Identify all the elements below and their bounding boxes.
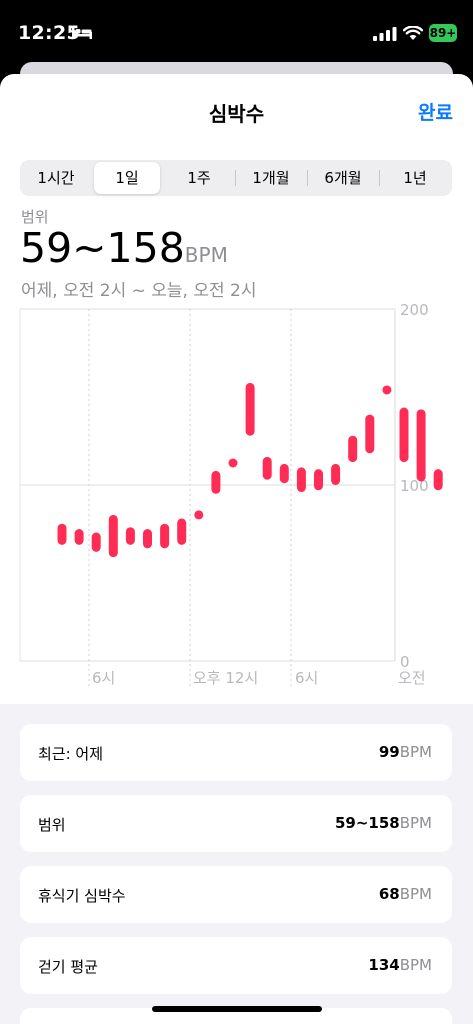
stat-value: 134BPM (368, 956, 432, 974)
status-bar: 12:25 89+ (0, 0, 473, 60)
stat-unit: BPM (399, 743, 432, 761)
range-bar (382, 385, 392, 395)
cellular-signal-icon (373, 27, 397, 41)
wifi-icon (403, 26, 423, 40)
segment-1-hour[interactable]: 1시간 (22, 162, 90, 194)
segment-divider (307, 170, 308, 186)
range-bar (296, 467, 306, 493)
segment-divider (235, 170, 236, 186)
time-range-segmented-control: 1시간 1일 1주 1개월 6개월 1년 (20, 160, 452, 196)
stat-value: 68BPM (379, 885, 432, 903)
range-number: 59~158 (20, 224, 185, 272)
stat-number: 134 (368, 956, 400, 974)
range-period: 어제, 오전 2시 ~ 오늘, 오전 2시 (21, 281, 257, 301)
stat-number: 59~158 (334, 814, 400, 832)
status-time: 12:25 (18, 22, 80, 44)
x-tick-label: 오후 12시 (193, 669, 258, 687)
stats-section: 최근: 어제 99BPM 범위 59~158BPM 휴식기 심박수 68BPM … (0, 704, 473, 1024)
range-unit: BPM (184, 243, 228, 267)
stat-value: 99BPM (379, 743, 432, 761)
stat-unit: BPM (399, 814, 432, 832)
stat-label: 걷기 평균 (38, 958, 98, 976)
range-bar (74, 529, 84, 545)
range-bar (177, 518, 187, 545)
range-bar (160, 523, 170, 549)
battery-indicator: 89+ (429, 24, 457, 42)
done-button[interactable]: 완료 (418, 98, 453, 125)
range-bar (331, 463, 341, 485)
range-bar (143, 529, 152, 549)
range-bar (433, 469, 443, 491)
range-bar (91, 532, 101, 552)
segment-1-day[interactable]: 1일 (94, 162, 160, 194)
segment-1-year[interactable]: 1년 (381, 162, 449, 194)
stat-card-latest[interactable]: 최근: 어제 99BPM (20, 724, 452, 781)
range-bar (211, 470, 221, 494)
range-bar (228, 458, 238, 468)
range-bar (399, 407, 409, 463)
range-bar (245, 382, 255, 436)
range-bar (125, 527, 135, 545)
stat-value: 59~158BPM (335, 814, 432, 832)
range-bar (57, 523, 67, 545)
range-bar (416, 409, 426, 482)
sleep-focus-icon (72, 27, 92, 39)
stat-card-range[interactable]: 범위 59~158BPM (20, 795, 452, 852)
segment-divider (379, 170, 380, 186)
range-bar (279, 463, 289, 484)
home-indicator (152, 1006, 322, 1012)
range-value: 59~158BPM (20, 224, 228, 272)
range-bar (348, 435, 358, 463)
range-bar (108, 514, 118, 558)
stat-unit: BPM (399, 956, 432, 974)
range-bar (262, 456, 272, 480)
x-tick-label: 6시 (92, 669, 115, 687)
stat-number: 99 (378, 743, 400, 761)
stat-unit: BPM (399, 885, 432, 903)
stat-label: 휴식기 심박수 (38, 887, 126, 905)
stat-label: 범위 (38, 816, 66, 834)
y-tick-label: 200 (400, 301, 429, 319)
segment-1-month[interactable]: 1개월 (238, 162, 304, 194)
range-bar (314, 469, 323, 491)
stat-card-walking-average[interactable]: 걷기 평균 134BPM (20, 937, 452, 994)
segment-1-week[interactable]: 1주 (166, 162, 232, 194)
heart-rate-sheet: 심박수 완료 1시간 1일 1주 1개월 6개월 1년 범위 59~158BPM… (0, 74, 473, 1024)
x-tick-label: 오전 (398, 669, 426, 687)
segment-6-months[interactable]: 6개월 (309, 162, 377, 194)
range-bar (365, 414, 375, 454)
page-title: 심박수 (208, 102, 265, 126)
heart-rate-chart-svg: 20010006시 오후 12시 6시 오전 (19, 301, 443, 687)
range-bar (194, 510, 204, 520)
heart-rate-chart[interactable]: 200 100 0 6시 오후 12시 6시 오전 (0, 300, 473, 700)
stat-card-resting[interactable]: 휴식기 심박수 68BPM (20, 866, 452, 923)
x-tick-label: 6시 (295, 669, 318, 687)
stat-label: 최근: 어제 (38, 745, 104, 763)
stat-number: 68 (378, 885, 400, 903)
